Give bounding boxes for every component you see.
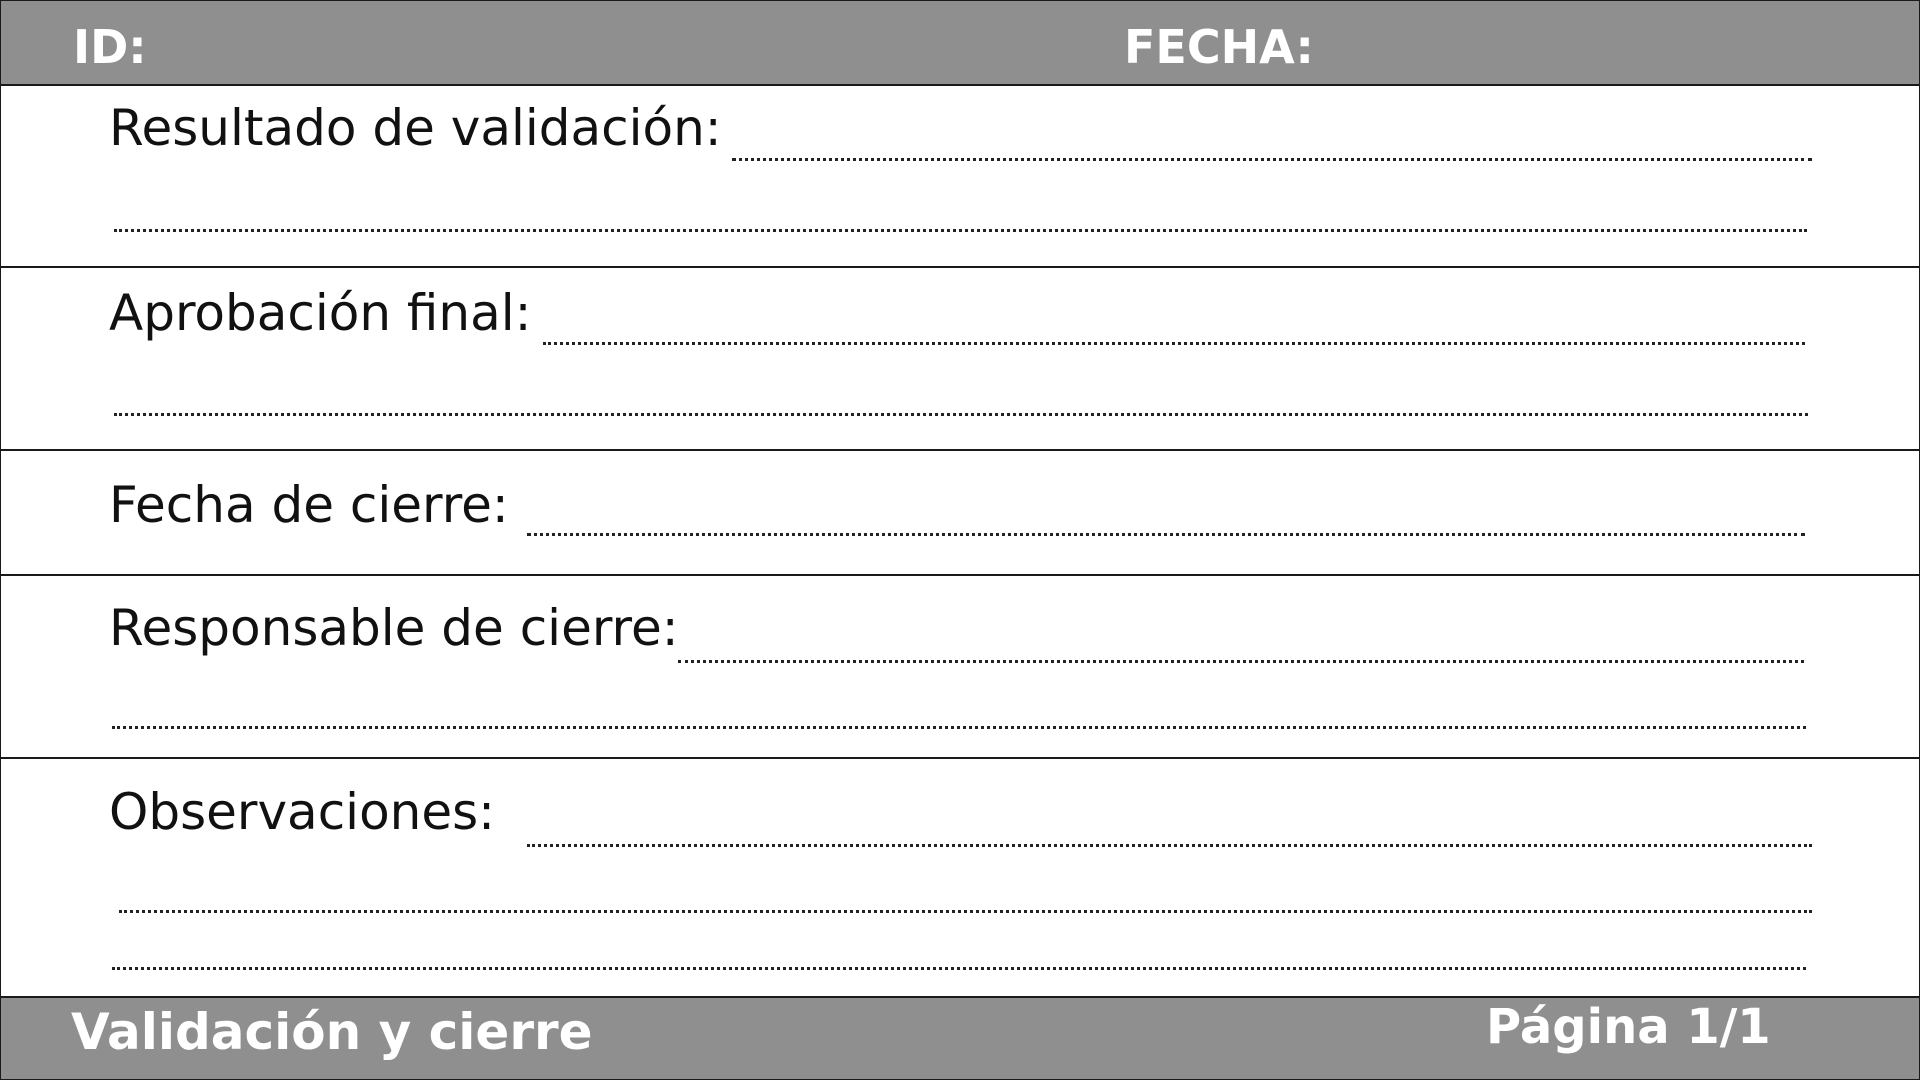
closing-date-line[interactable] — [527, 533, 1805, 536]
closing-owner-label: Responsable de cierre: — [109, 599, 679, 657]
closing-date-label: Fecha de cierre: — [109, 476, 509, 534]
closing-owner-line-1[interactable] — [678, 660, 1804, 663]
closing-owner-line-2[interactable] — [112, 726, 1806, 729]
observations-line-1[interactable] — [527, 844, 1812, 847]
final-approval-line-1[interactable] — [543, 342, 1805, 345]
observations-label: Observaciones: — [109, 783, 496, 841]
observations-line-2[interactable] — [119, 910, 1812, 913]
id-label: ID: — [73, 20, 147, 74]
final-approval-line-2[interactable] — [114, 413, 1808, 416]
form-sheet: ID: FECHA: Resultado de validación: Apro… — [0, 0, 1920, 1080]
footer-title: Validación y cierre — [71, 1003, 593, 1061]
header-bar: ID: FECHA: — [1, 1, 1919, 86]
validation-result-label: Resultado de validación: — [109, 99, 722, 157]
page-indicator: Página 1/1 — [1486, 999, 1771, 1055]
final-approval-label: Aprobación final: — [109, 284, 532, 342]
validation-result-line-1[interactable] — [732, 158, 1812, 161]
date-label: FECHA: — [1124, 20, 1314, 74]
observations-line-3[interactable] — [112, 967, 1806, 970]
validation-result-line-2[interactable] — [114, 229, 1807, 232]
